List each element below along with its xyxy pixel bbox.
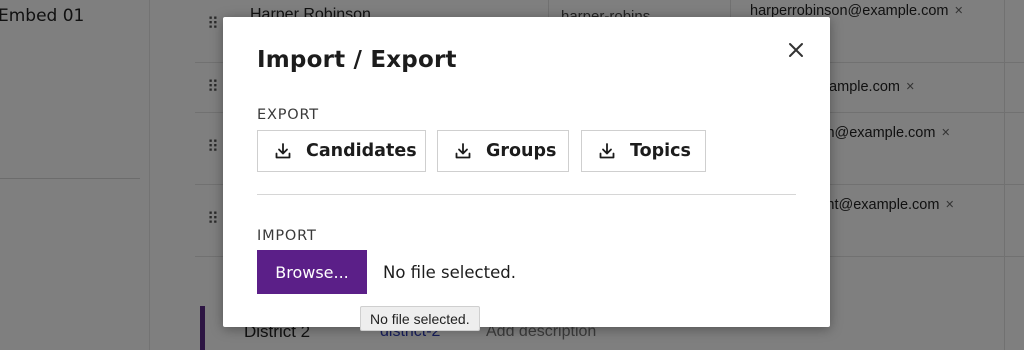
close-button[interactable] bbox=[785, 39, 807, 61]
download-icon bbox=[599, 143, 615, 159]
export-candidates-button[interactable]: Candidates bbox=[257, 130, 426, 172]
export-section-label: EXPORT bbox=[257, 107, 319, 123]
export-button-label: Topics bbox=[630, 141, 691, 161]
export-groups-button[interactable]: Groups bbox=[437, 130, 569, 172]
file-status-text: No file selected. bbox=[383, 263, 516, 282]
import-export-dialog: Import / Export EXPORT Candidates Groups… bbox=[223, 17, 830, 327]
export-button-label: Candidates bbox=[306, 141, 417, 161]
import-section-label: IMPORT bbox=[257, 228, 317, 244]
browse-button[interactable]: Browse... bbox=[257, 250, 367, 294]
close-icon bbox=[789, 43, 803, 57]
file-input-tooltip: No file selected. bbox=[360, 306, 480, 331]
section-divider bbox=[257, 194, 796, 195]
download-icon bbox=[275, 143, 291, 159]
download-icon bbox=[455, 143, 471, 159]
export-button-label: Groups bbox=[486, 141, 557, 161]
dialog-title: Import / Export bbox=[257, 47, 457, 73]
export-topics-button[interactable]: Topics bbox=[581, 130, 706, 172]
